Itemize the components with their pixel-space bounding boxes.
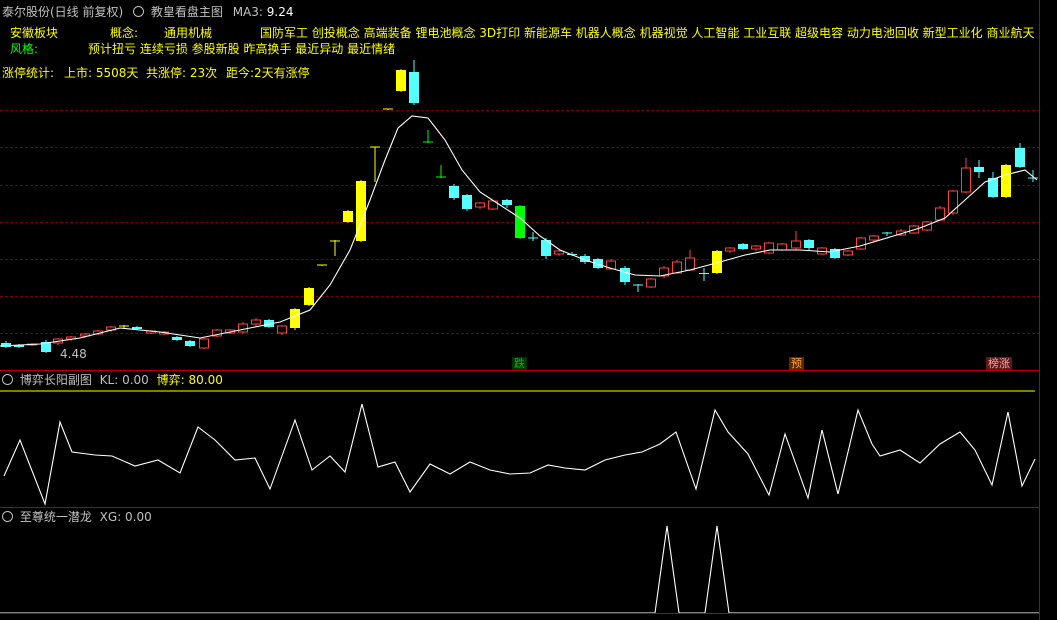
- candle-body: [620, 268, 630, 282]
- candle-body: [699, 273, 709, 274]
- candle-body: [172, 337, 182, 340]
- xg-line: [0, 525, 1040, 614]
- candle-body: [843, 250, 853, 256]
- candle-body: [948, 190, 958, 214]
- candle-body: [856, 237, 866, 250]
- low-price-label: 4.48: [60, 347, 87, 361]
- candle-body: [672, 261, 682, 274]
- candle-body: [343, 211, 353, 222]
- candle-body: [725, 247, 735, 252]
- candle-body: [462, 195, 472, 209]
- candle-body: [502, 200, 512, 205]
- candle-body: [738, 244, 748, 249]
- candle-body: [751, 245, 761, 250]
- dragon-indicator-chart[interactable]: [0, 508, 1040, 618]
- candle-body: [290, 309, 300, 328]
- candle-body: [646, 278, 656, 288]
- candle-body: [185, 341, 195, 346]
- right-scale: [1039, 0, 1057, 620]
- signal-fall: 跌: [512, 357, 527, 370]
- candle-body: [409, 72, 419, 103]
- candle-body: [804, 240, 814, 248]
- candle-body: [449, 186, 459, 198]
- candle-body: [974, 167, 984, 172]
- candle-body: [277, 325, 287, 334]
- candle-body: [132, 327, 142, 329]
- candle-body: [764, 242, 774, 254]
- candle-body: [251, 319, 261, 325]
- candle-body: [777, 243, 787, 251]
- candle-body: [791, 240, 801, 249]
- kl-line: [3, 403, 1036, 507]
- candle-body: [238, 323, 248, 333]
- candle-body: [199, 338, 209, 349]
- candle-body: [1015, 148, 1025, 167]
- candle-body: [961, 167, 971, 193]
- candle-body: [685, 257, 695, 271]
- candle-body: [396, 70, 406, 91]
- signal-rank: 榜涨: [986, 357, 1012, 370]
- candle-body: [304, 288, 314, 305]
- candle-body: [515, 206, 525, 238]
- candle-body: [869, 235, 879, 241]
- game-indicator-chart[interactable]: [0, 372, 1040, 507]
- candle-body: [1001, 165, 1011, 197]
- candlestick-chart[interactable]: [0, 0, 1040, 370]
- signal-warn: 预: [789, 357, 804, 370]
- candle-body: [475, 202, 485, 208]
